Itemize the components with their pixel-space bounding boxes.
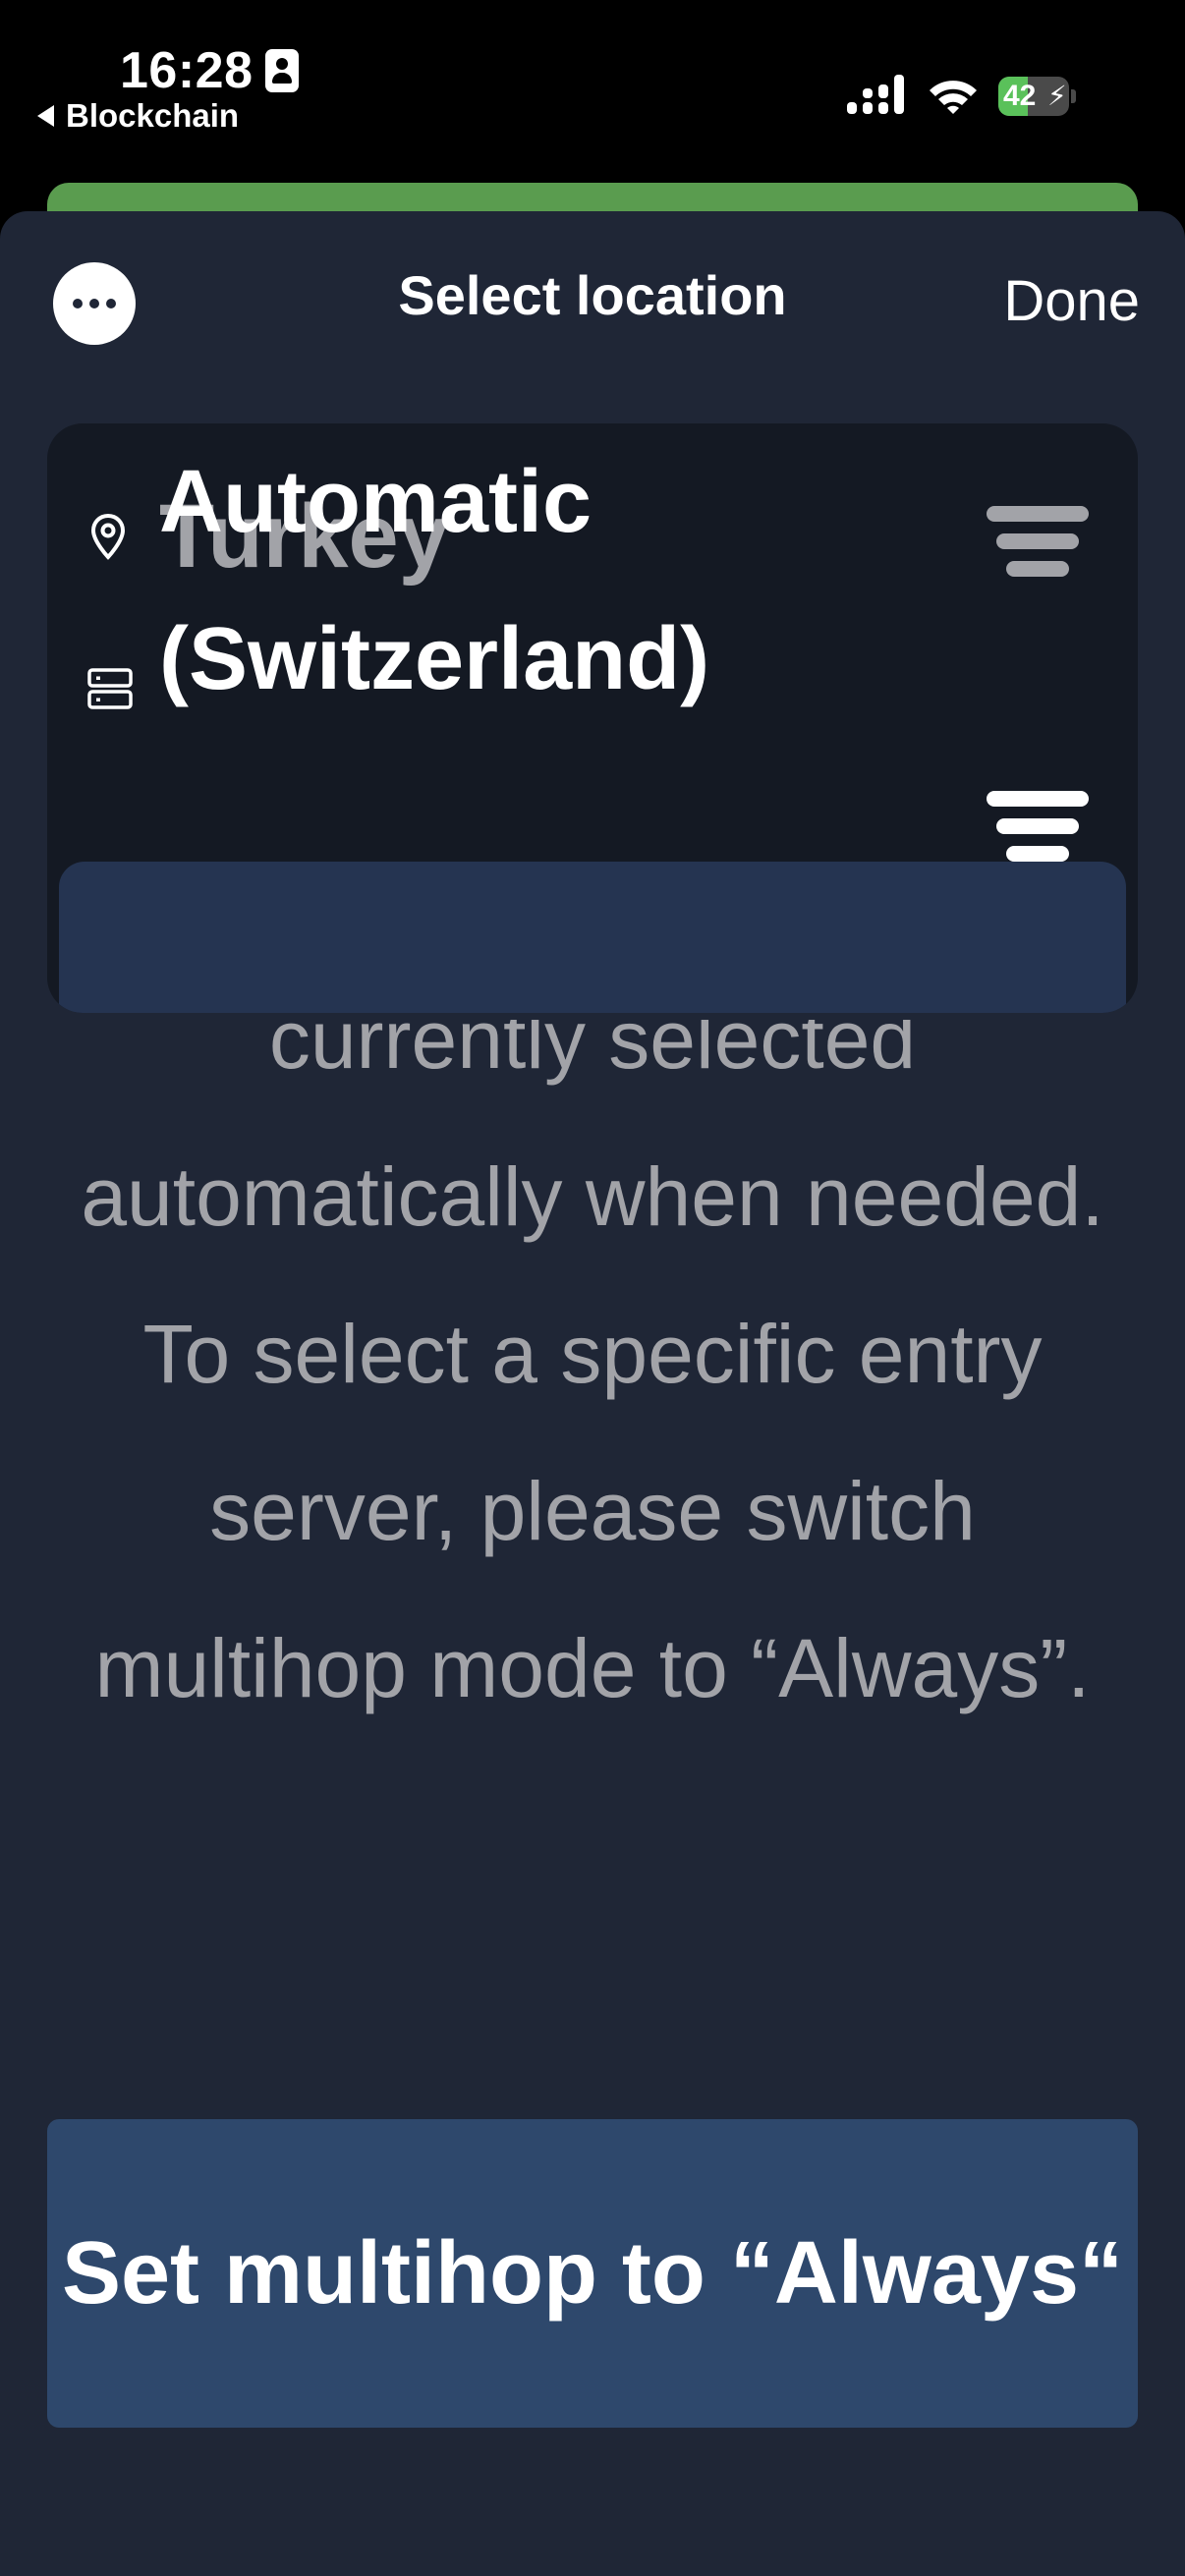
focus-mode-icon	[264, 49, 299, 92]
charging-bolt-icon: ⚡︎	[1047, 81, 1067, 111]
back-arrow-icon	[37, 105, 54, 127]
more-dot-icon	[106, 299, 116, 308]
battery-percent: 42	[1003, 80, 1037, 112]
sheet-title: Select location	[398, 264, 787, 326]
wifi-icon	[930, 81, 977, 114]
back-app-label: Blockchain	[66, 97, 240, 134]
set-multihop-always-button[interactable]: Set multihop to “Always“	[47, 2119, 1138, 2428]
set-multihop-label: Set multihop to “Always“	[61, 2224, 1124, 2323]
location-row-automatic[interactable]	[59, 862, 1126, 1013]
time-row: 16:28	[120, 41, 299, 100]
battery-indicator: 42 ⚡︎	[998, 77, 1077, 116]
battery-body: 42 ⚡︎	[998, 77, 1069, 116]
done-button[interactable]: Done	[943, 262, 1140, 341]
battery-tip	[1071, 89, 1076, 103]
server-icon	[87, 668, 133, 709]
cellular-signal-icon	[847, 75, 904, 114]
drag-handle-icon[interactable]	[987, 791, 1089, 862]
location-pin-icon	[90, 513, 126, 560]
more-options-button[interactable]	[53, 262, 136, 345]
status-time: 16:28	[120, 42, 254, 99]
select-location-sheet: Select location Done Turkey Automatic (S…	[0, 211, 1185, 2576]
back-to-app-button[interactable]: Blockchain	[37, 96, 239, 136]
drag-handle-icon[interactable]	[987, 506, 1089, 577]
automatic-location-label: Automatic (Switzerland)	[159, 453, 710, 708]
more-dot-icon	[73, 299, 83, 308]
multihop-info-text: currently selected automatically when ne…	[81, 993, 1104, 1714]
status-bar: 16:28 Blockchain 42 ⚡︎	[0, 0, 1185, 182]
more-dot-icon	[89, 299, 99, 308]
location-card: Turkey Automatic (Switzerland)	[47, 423, 1138, 1013]
